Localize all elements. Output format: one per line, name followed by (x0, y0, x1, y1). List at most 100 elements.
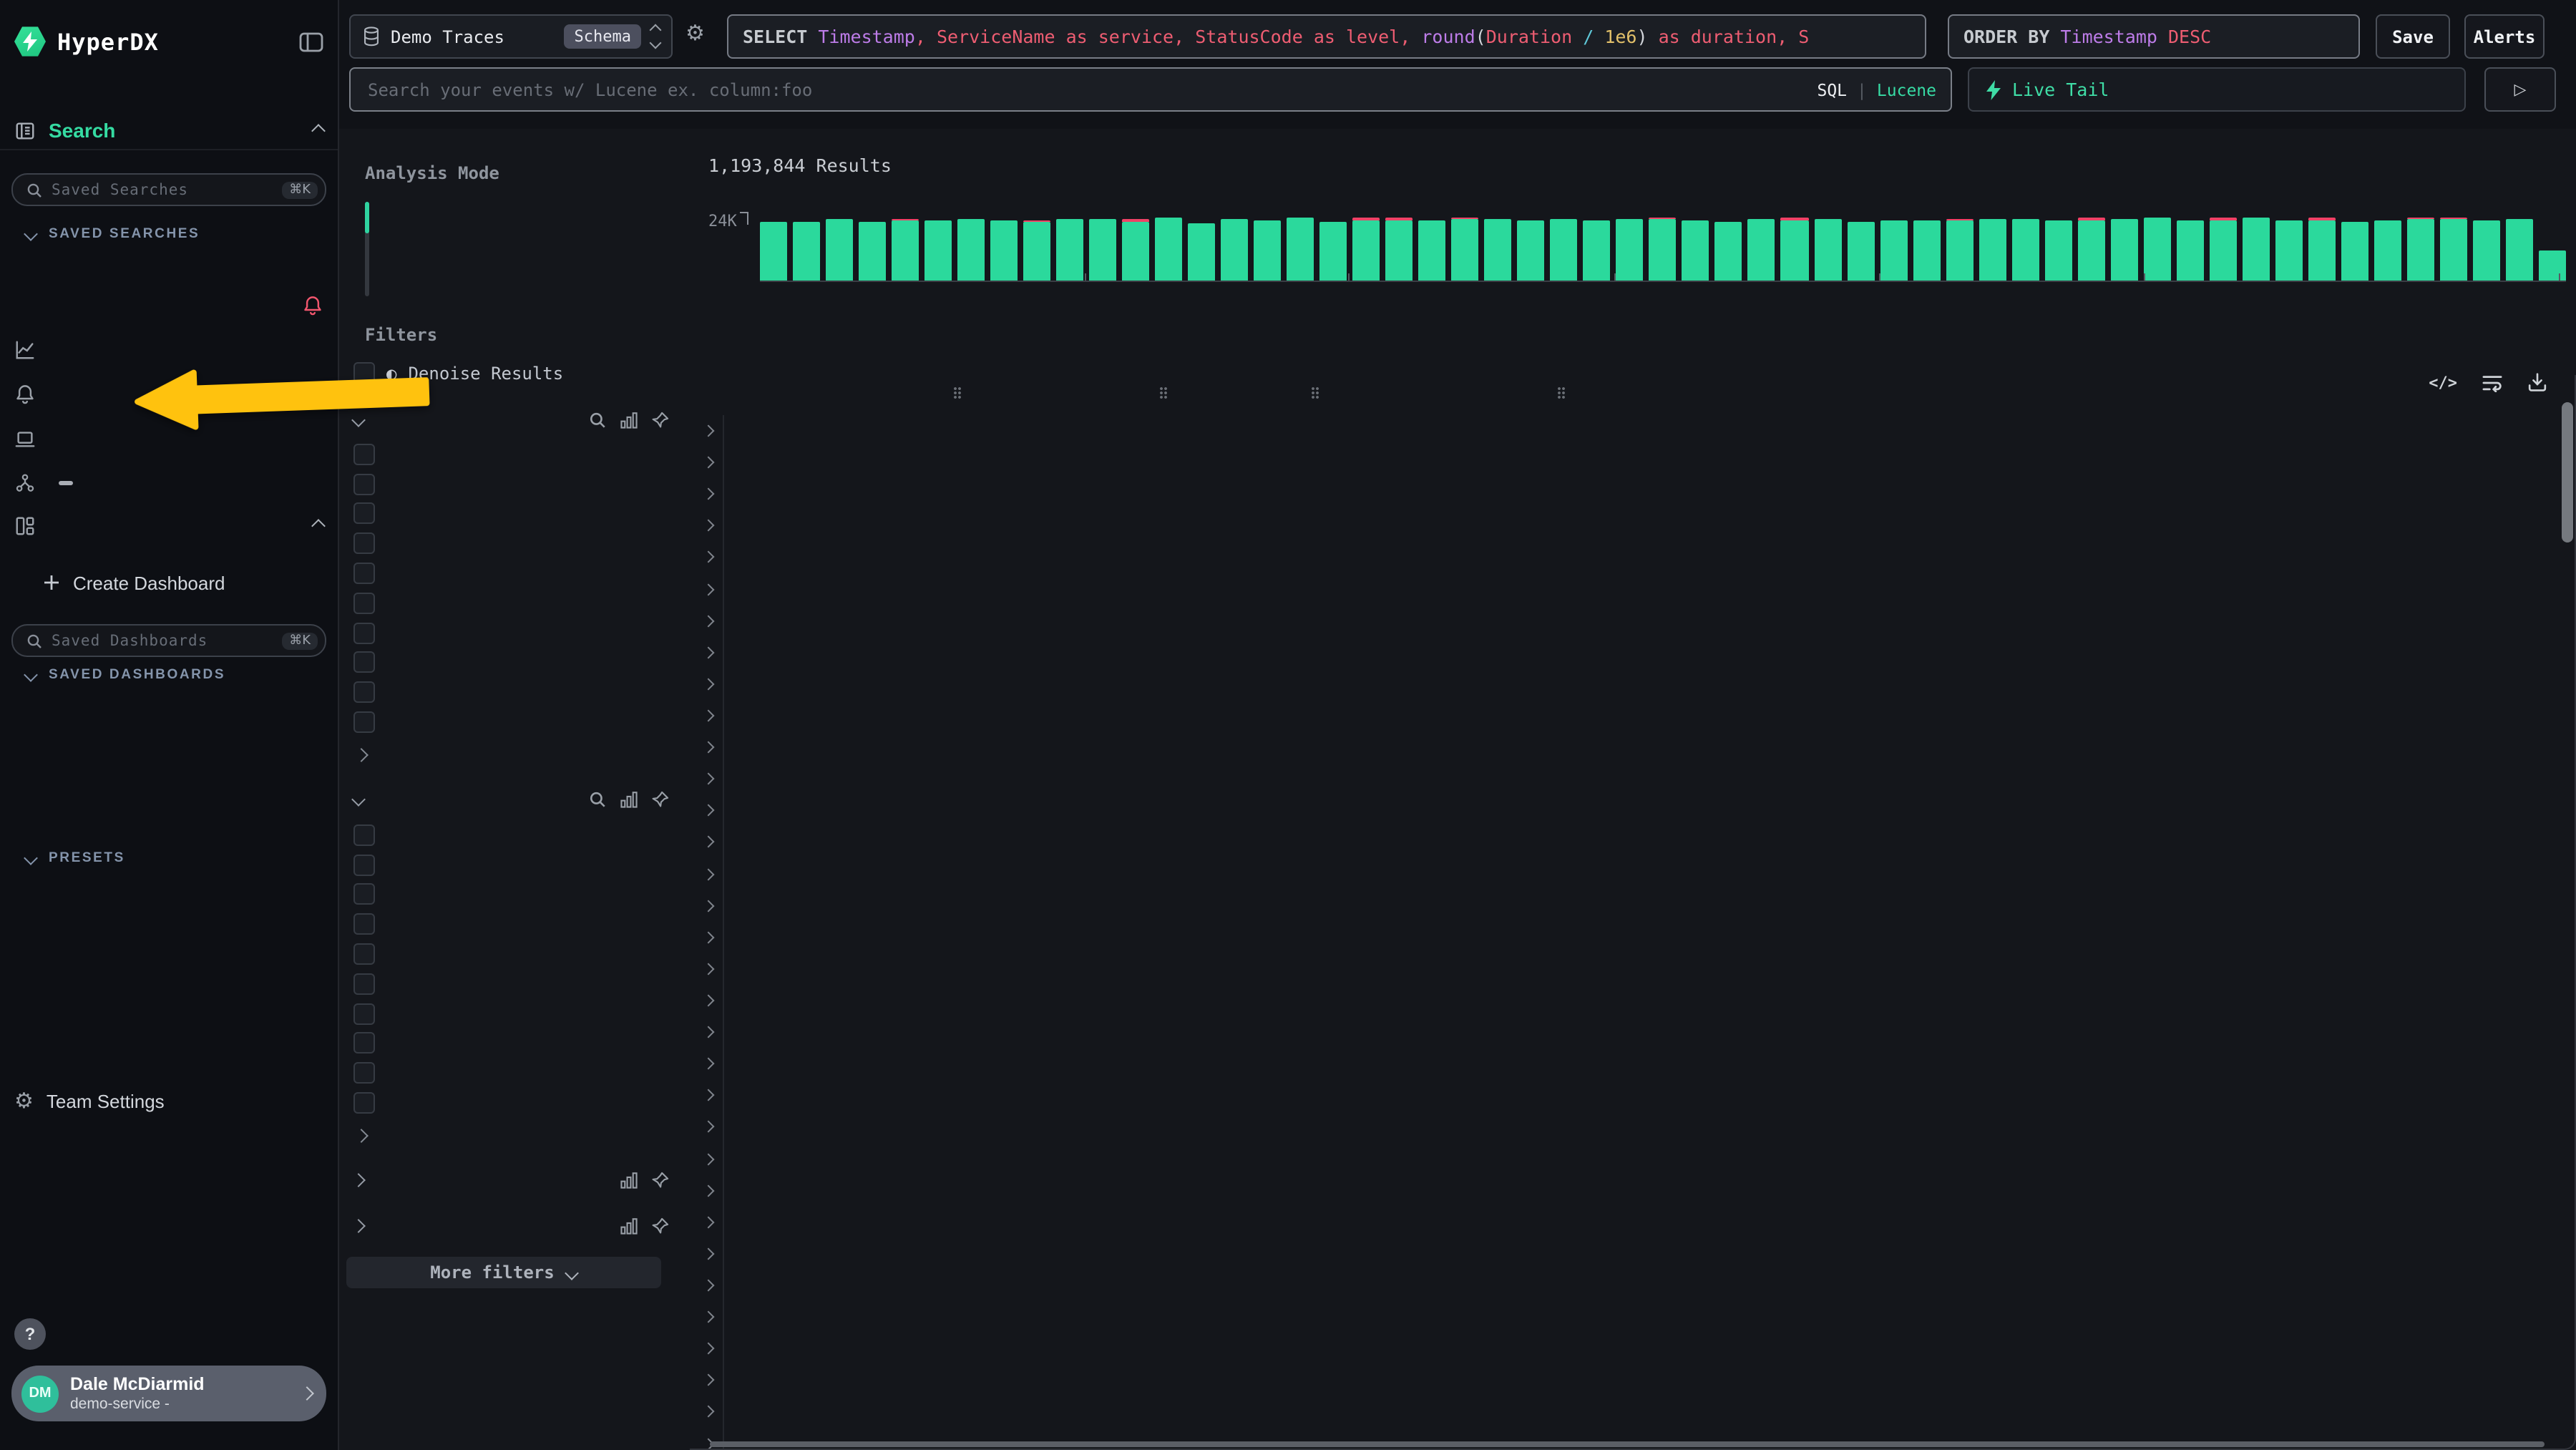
filter-checkbox-item[interactable] (338, 439, 690, 469)
row-expand-chevron[interactable] (704, 1365, 724, 1396)
table-row[interactable] (690, 1238, 2576, 1270)
filter-checkbox-item[interactable] (338, 1088, 690, 1118)
table-row[interactable] (690, 1111, 2576, 1143)
analysis-mode-event-deltas[interactable] (388, 232, 665, 266)
drag-grip-icon[interactable] (1159, 386, 1168, 399)
table-row[interactable] (690, 922, 2576, 953)
table-row[interactable] (690, 827, 2576, 858)
source-select[interactable]: Demo Traces Schema (349, 14, 673, 59)
row-expand-chevron[interactable] (704, 573, 724, 605)
row-expand-chevron[interactable] (704, 1270, 724, 1301)
filter-checkbox-item[interactable] (338, 588, 690, 618)
pin-icon[interactable] (651, 791, 670, 809)
analysis-mode-results-table[interactable] (388, 198, 665, 232)
column-header-duration[interactable] (1311, 386, 1557, 399)
filter-checkbox-item[interactable] (338, 969, 690, 999)
live-tail-button[interactable]: Live Tail (1968, 67, 2466, 112)
row-expand-chevron[interactable] (704, 700, 724, 731)
filter-checkbox-item[interactable] (338, 707, 690, 737)
row-expand-chevron[interactable] (704, 795, 724, 827)
row-expand-chevron[interactable] (704, 985, 724, 1016)
table-row[interactable] (690, 510, 2576, 542)
help-button[interactable]: ? (14, 1318, 46, 1350)
filter-checkbox-item[interactable] (338, 618, 690, 648)
checkbox[interactable] (353, 444, 375, 465)
search-icon[interactable] (588, 791, 607, 809)
table-row[interactable] (690, 447, 2576, 478)
drag-grip-icon[interactable] (1311, 386, 1319, 399)
table-row[interactable] (690, 1333, 2576, 1364)
table-row[interactable] (690, 953, 2576, 985)
schema-badge[interactable]: Schema (565, 24, 642, 49)
filter-checkbox-item[interactable] (338, 910, 690, 940)
wrap-text-icon[interactable] (2482, 373, 2503, 391)
saved-dashboards-section[interactable]: SAVED DASHBOARDS (26, 667, 225, 683)
chevron-up-icon[interactable] (311, 123, 326, 137)
vertical-scrollbar[interactable] (2562, 402, 2573, 542)
row-expand-chevron[interactable] (704, 1048, 724, 1079)
checkbox[interactable] (353, 1062, 375, 1084)
row-expand-chevron[interactable] (704, 605, 724, 636)
sidebar-item-chart-explorer[interactable] (14, 334, 323, 365)
checkbox[interactable] (353, 563, 375, 584)
filter-checkbox-item[interactable] (338, 558, 690, 588)
checkbox[interactable] (353, 943, 375, 965)
checkbox[interactable] (353, 973, 375, 995)
drag-grip-icon[interactable] (953, 386, 962, 399)
checkbox[interactable] (353, 533, 375, 555)
table-row[interactable] (690, 637, 2576, 668)
checkbox[interactable] (353, 1003, 375, 1024)
table-row[interactable] (690, 1048, 2576, 1079)
checkbox[interactable] (353, 1092, 375, 1114)
table-row[interactable] (690, 1270, 2576, 1301)
filter-checkbox-item[interactable] (338, 850, 690, 880)
row-expand-chevron[interactable] (704, 1143, 724, 1174)
horizontal-scrollbar[interactable] (710, 1441, 2545, 1447)
table-row[interactable] (690, 763, 2576, 794)
checkbox[interactable] (353, 884, 375, 905)
lang-lucene[interactable]: Lucene (1877, 79, 1936, 99)
table-row[interactable] (690, 1301, 2576, 1333)
analysis-mode-event-patterns[interactable] (388, 266, 665, 301)
row-expand-chevron[interactable] (704, 447, 724, 478)
filter-checkbox-item[interactable] (338, 820, 690, 850)
sidebar-collapse-icon[interactable] (299, 31, 323, 52)
row-expand-chevron[interactable] (704, 1111, 724, 1143)
code-view-icon[interactable]: </> (2429, 373, 2457, 391)
table-row[interactable] (690, 858, 2576, 890)
table-row[interactable] (690, 415, 2576, 447)
filter-checkbox-item[interactable] (338, 469, 690, 500)
chart-icon[interactable] (620, 791, 638, 809)
search-icon[interactable] (588, 410, 607, 429)
checkbox[interactable] (353, 622, 375, 643)
row-expand-chevron[interactable] (704, 415, 724, 447)
column-header-service[interactable] (953, 386, 1159, 399)
checkbox[interactable] (353, 652, 375, 673)
sidebar-item-dashboards[interactable] (14, 510, 323, 541)
team-settings-button[interactable]: ⚙ Team Settings (14, 1085, 323, 1116)
filter-checkbox-item[interactable] (338, 678, 690, 708)
alerts-button[interactable]: Alerts (2464, 14, 2545, 59)
search-input[interactable] (365, 78, 1817, 101)
filter-group-header[interactable] (338, 784, 690, 816)
filter-checkbox-item[interactable] (338, 1028, 690, 1059)
order-by-input[interactable]: ORDER BY Timestamp DESC (1948, 14, 2360, 59)
sidebar-item-service-map[interactable] (14, 467, 323, 498)
checkbox[interactable] (353, 503, 375, 525)
row-expand-chevron[interactable] (704, 731, 724, 763)
row-expand-chevron[interactable] (704, 827, 724, 858)
row-expand-chevron[interactable] (704, 1301, 724, 1333)
row-expand-chevron[interactable] (704, 1333, 724, 1364)
row-expand-chevron[interactable] (704, 478, 724, 510)
row-expand-chevron[interactable] (704, 1174, 724, 1206)
row-expand-chevron[interactable] (704, 510, 724, 542)
pin-icon[interactable] (651, 1172, 670, 1190)
checkbox[interactable] (353, 1033, 375, 1054)
chart-icon[interactable] (620, 410, 638, 429)
query-language-toggle[interactable]: SQL | Lucene (1817, 79, 1936, 99)
show-more-button[interactable] (338, 740, 690, 770)
table-row[interactable] (690, 1206, 2576, 1237)
table-row[interactable] (690, 668, 2576, 700)
row-expand-chevron[interactable] (704, 1206, 724, 1237)
download-icon[interactable] (2527, 372, 2547, 392)
